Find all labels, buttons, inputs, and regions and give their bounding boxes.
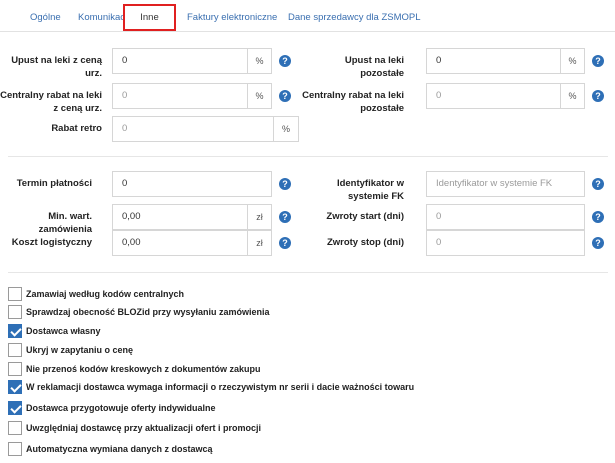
min-wart-label: Min. wart. zamówienia — [38, 211, 92, 235]
tab-bar: Ogólne Komunikacja Inne Faktury elektron… — [0, 0, 615, 35]
tab-inne[interactable]: Inne — [123, 4, 176, 31]
rabat-central-ceny-input[interactable]: 0 % — [112, 83, 272, 109]
checkbox[interactable] — [8, 305, 22, 319]
checkbox[interactable] — [8, 362, 22, 376]
zwroty-start-input[interactable]: 0 — [426, 204, 585, 230]
checkbox-label: Nie przenoś kodów kreskowych z dokumentó… — [26, 364, 261, 374]
tab-dane-sprzedawcy-zsmopl[interactable]: Dane sprzedawcy dla ZSMOPL — [288, 12, 421, 23]
checkbox-label: Dostawca własny — [26, 326, 101, 336]
tab-divider — [0, 31, 615, 32]
section-divider — [8, 156, 608, 157]
currency-addon: zł — [247, 204, 272, 230]
checkbox-label: Automatyczna wymiana danych z dostawcą — [26, 444, 213, 454]
zwroty-stop-input[interactable]: 0 — [426, 230, 585, 256]
help-icon[interactable]: ? — [592, 90, 604, 102]
percent-addon: % — [560, 83, 585, 109]
upust-ceny-label: Upust na leki z ceną urz. — [11, 55, 102, 79]
identyfikator-label: Identyfikator w systemie FK — [336, 178, 404, 202]
help-icon[interactable]: ? — [592, 237, 604, 249]
identyfikator-input[interactable]: Identyfikator w systemie FK — [426, 171, 585, 197]
checkbox-label: Zamawiaj według kodów centralnych — [26, 289, 185, 299]
checkbox[interactable] — [8, 380, 22, 394]
zwroty-start-label: Zwroty start (dni) — [326, 211, 404, 222]
rabat-central-ceny-label: Centralny rabat na leki z ceną urz. — [0, 90, 102, 114]
help-icon[interactable]: ? — [592, 55, 604, 67]
koszt-label: Koszt logistyczny — [11, 237, 92, 248]
percent-addon: % — [247, 48, 272, 74]
percent-addon: % — [247, 83, 272, 109]
rabat-retro-input[interactable]: 0 % — [112, 116, 299, 142]
min-wart-input[interactable]: 0,00 zł — [112, 204, 272, 230]
checkbox[interactable] — [8, 343, 22, 357]
tab-faktury-elektroniczne[interactable]: Faktury elektroniczne — [187, 12, 277, 23]
checkbox[interactable] — [8, 401, 22, 415]
tab-ogolne[interactable]: Ogólne — [30, 12, 61, 23]
checkbox-label: Dostawca przygotowuje oferty indywidualn… — [26, 403, 216, 413]
rabat-central-pozostale-label: Centralny rabat na leki pozostałe — [302, 90, 404, 114]
checkbox[interactable] — [8, 442, 22, 456]
checkbox-label: Ukryj w zapytaniu o cenę — [26, 345, 134, 355]
termin-input[interactable]: 0 — [112, 171, 272, 197]
checkbox-label: W reklamacji dostawca wymaga informacji … — [26, 382, 415, 392]
section-divider — [8, 272, 608, 273]
rabat-central-pozostale-input[interactable]: 0 % — [426, 83, 585, 109]
help-icon[interactable]: ? — [592, 178, 604, 190]
checkbox-label: Uwzględniaj dostawcę przy aktualizacji o… — [26, 423, 262, 433]
checkbox[interactable] — [8, 287, 22, 301]
upust-pozostale-input[interactable]: 0 % — [426, 48, 585, 74]
koszt-input[interactable]: 0,00 zł — [112, 230, 272, 256]
help-icon[interactable]: ? — [592, 211, 604, 223]
upust-pozostale-label: Upust na leki pozostałe — [344, 55, 404, 79]
checkbox-label: Sprawdzaj obecność BLOZid przy wysyłaniu… — [26, 307, 270, 317]
zwroty-stop-label: Zwroty stop (dni) — [326, 237, 404, 248]
upust-ceny-input[interactable]: 0 % — [112, 48, 272, 74]
checkbox[interactable] — [8, 324, 22, 338]
percent-addon: % — [273, 116, 299, 142]
termin-label: Termin płatności — [16, 178, 92, 189]
currency-addon: zł — [247, 230, 272, 256]
percent-addon: % — [560, 48, 585, 74]
rabat-retro-label: Rabat retro — [51, 123, 102, 134]
checkbox[interactable] — [8, 421, 22, 435]
